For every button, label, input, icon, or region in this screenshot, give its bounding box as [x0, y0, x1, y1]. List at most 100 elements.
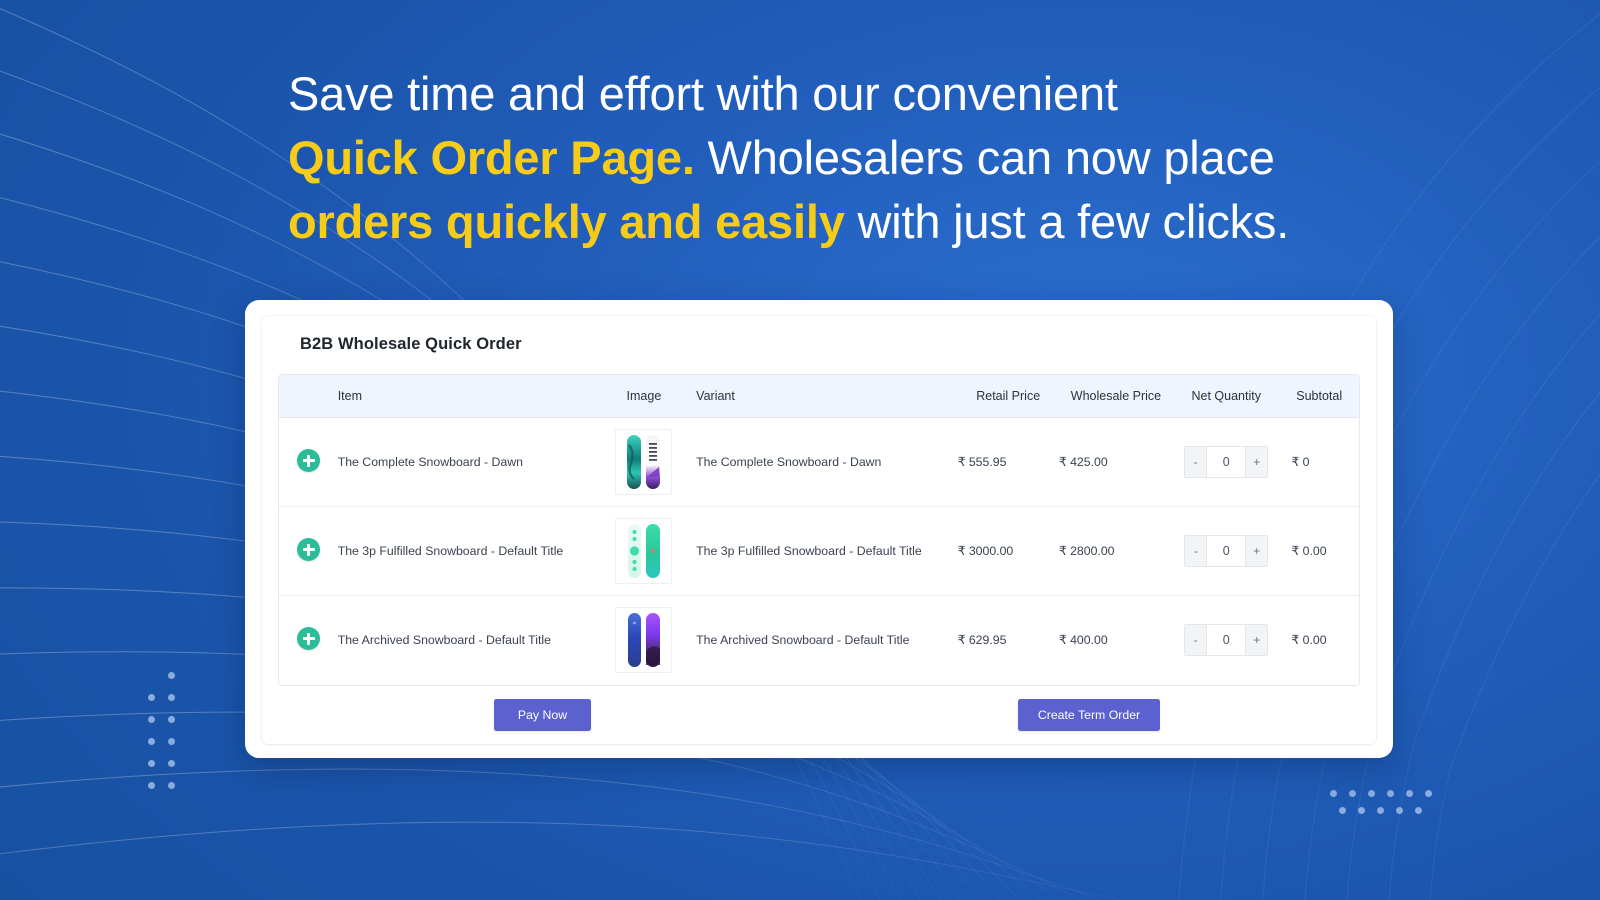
product-image-cell: [591, 417, 697, 507]
retail-price: ₹ 555.95: [957, 417, 1059, 507]
quantity-decrement-button[interactable]: -: [1185, 625, 1208, 656]
decorative-dot: [168, 694, 175, 701]
item-name: The Archived Snowboard - Default Title: [337, 595, 592, 685]
quantity-decrement-button[interactable]: -: [1185, 536, 1208, 566]
headline-line-1: Save time and effort with our convenient: [288, 67, 1118, 120]
decorative-dot: [148, 782, 155, 789]
card-footer: Pay Now Create Term Order: [278, 686, 1360, 745]
decorative-dot: [148, 694, 155, 701]
column-header-item: Item: [337, 389, 363, 403]
quantity-stepper[interactable]: - 0 +: [1184, 446, 1269, 478]
quantity-increment-button[interactable]: +: [1245, 625, 1268, 656]
decorative-dot: [1339, 807, 1346, 814]
decorative-dot: [1425, 790, 1432, 797]
wholesale-price: ₹ 425.00: [1058, 417, 1174, 507]
table-body: The Complete Snowboard - Dawn The Comple…: [279, 417, 1359, 685]
table-row: The 3p Fulfilled Snowboard - Default Tit…: [279, 506, 1359, 596]
decorative-dot: [168, 782, 175, 789]
dot-grid-left-decoration: [148, 672, 188, 789]
column-header-variant: Variant: [696, 389, 735, 403]
variant-name: The Complete Snowboard - Dawn: [696, 417, 958, 507]
quick-order-table-wrapper: Item Image Variant Retail Price Wholesal…: [278, 374, 1360, 686]
product-thumbnail: [615, 429, 673, 495]
add-item-cell: [279, 506, 338, 596]
snowboard-pair-mint-green-icon: [627, 524, 660, 578]
decorative-dot: [148, 716, 155, 723]
decorative-dot: [1396, 807, 1403, 814]
product-thumbnail: [615, 518, 673, 584]
wholesale-price: ₹ 400.00: [1058, 595, 1174, 685]
variant-name: The Archived Snowboard - Default Title: [696, 595, 958, 685]
table-header-row: Item Image Variant Retail Price Wholesal…: [279, 375, 1359, 418]
decorative-dot: [1415, 807, 1422, 814]
decorative-dot: [1387, 790, 1394, 797]
headline-highlight-1: Quick Order Page.: [288, 131, 695, 184]
plus-circle-icon[interactable]: [297, 627, 320, 651]
quantity-input[interactable]: 0: [1207, 625, 1246, 656]
net-quantity-cell: - 0 +: [1173, 595, 1280, 685]
page-title: B2B Wholesale Quick Order: [300, 335, 522, 353]
quantity-input[interactable]: 0: [1207, 447, 1246, 477]
quantity-increment-button[interactable]: +: [1245, 447, 1268, 477]
quick-order-card: B2B Wholesale Quick Order Item Image Var…: [245, 300, 1393, 758]
quantity-input[interactable]: 0: [1207, 536, 1246, 566]
net-quantity-cell: - 0 +: [1173, 506, 1280, 596]
quantity-stepper[interactable]: - 0 +: [1184, 535, 1269, 567]
column-header-net-quantity: Net Quantity: [1191, 389, 1261, 403]
wholesale-price: ₹ 2800.00: [1058, 506, 1174, 596]
table-header: Item Image Variant Retail Price Wholesal…: [279, 375, 1359, 418]
net-quantity-cell: - 0 +: [1173, 417, 1280, 507]
decorative-dot: [148, 738, 155, 745]
retail-price: ₹ 629.95: [957, 595, 1059, 685]
quick-order-panel: B2B Wholesale Quick Order Item Image Var…: [262, 316, 1376, 744]
plus-circle-icon[interactable]: [297, 538, 320, 561]
add-item-cell: [279, 417, 338, 507]
quantity-increment-button[interactable]: +: [1245, 536, 1268, 566]
headline-line-3: with just a few clicks.: [844, 195, 1290, 248]
decorative-dot: [168, 738, 175, 745]
add-item-cell: [279, 595, 338, 685]
headline-line-2: Wholesalers can now place: [694, 131, 1275, 184]
headline: Save time and effort with our convenient…: [288, 62, 1348, 254]
pay-now-button[interactable]: Pay Now: [494, 698, 591, 731]
dot-grid-right-decoration: [1330, 790, 1432, 820]
column-header-image: Image: [626, 389, 662, 403]
product-thumbnail: [615, 607, 673, 674]
snowboard-pair-blue-purple-icon: [627, 613, 660, 668]
subtotal-cell: ₹ 0: [1279, 417, 1359, 507]
headline-highlight-2: orders quickly and easily: [288, 195, 845, 248]
product-image-cell: [591, 595, 697, 685]
subtotal-cell: ₹ 0.00: [1279, 595, 1359, 685]
table-row: The Archived Snowboard - Default Title T…: [279, 595, 1359, 685]
create-term-order-button[interactable]: Create Term Order: [1018, 698, 1160, 731]
decorative-dot: [1377, 807, 1384, 814]
decorative-dot: [1368, 790, 1375, 797]
decorative-dot: [168, 672, 175, 679]
subtotal-value: ₹ 0: [1291, 455, 1310, 469]
decorative-dot: [1349, 790, 1356, 797]
column-header-wholesale-price: Wholesale Price: [1070, 389, 1162, 403]
item-name: The Complete Snowboard - Dawn: [337, 417, 592, 507]
decorative-dot: [148, 760, 155, 767]
quick-order-table: Item Image Variant Retail Price Wholesal…: [279, 375, 1359, 685]
retail-price: ₹ 3000.00: [957, 506, 1059, 596]
subtotal-cell: ₹ 0.00: [1279, 506, 1359, 596]
column-header-subtotal: Subtotal: [1296, 389, 1343, 403]
variant-name: The 3p Fulfilled Snowboard - Default Tit…: [696, 506, 958, 596]
decorative-dot: [1358, 807, 1365, 814]
promo-banner: Save time and effort with our convenient…: [0, 0, 1600, 900]
item-name: The 3p Fulfilled Snowboard - Default Tit…: [337, 506, 592, 596]
product-image-cell: [591, 506, 697, 596]
snowboard-pair-teal-purple-icon: [626, 435, 660, 489]
decorative-dot: [1330, 790, 1337, 797]
column-header-retail-price: Retail Price: [976, 389, 1041, 403]
quantity-decrement-button[interactable]: -: [1185, 447, 1208, 477]
subtotal-value: ₹ 0.00: [1291, 633, 1327, 648]
table-row: The Complete Snowboard - Dawn The Comple…: [279, 417, 1359, 507]
quantity-stepper[interactable]: - 0 +: [1184, 624, 1269, 657]
decorative-dot: [168, 760, 175, 767]
decorative-dot: [168, 716, 175, 723]
plus-circle-icon[interactable]: [297, 449, 320, 472]
subtotal-value: ₹ 0.00: [1291, 544, 1327, 558]
column-header-add: [279, 375, 338, 418]
